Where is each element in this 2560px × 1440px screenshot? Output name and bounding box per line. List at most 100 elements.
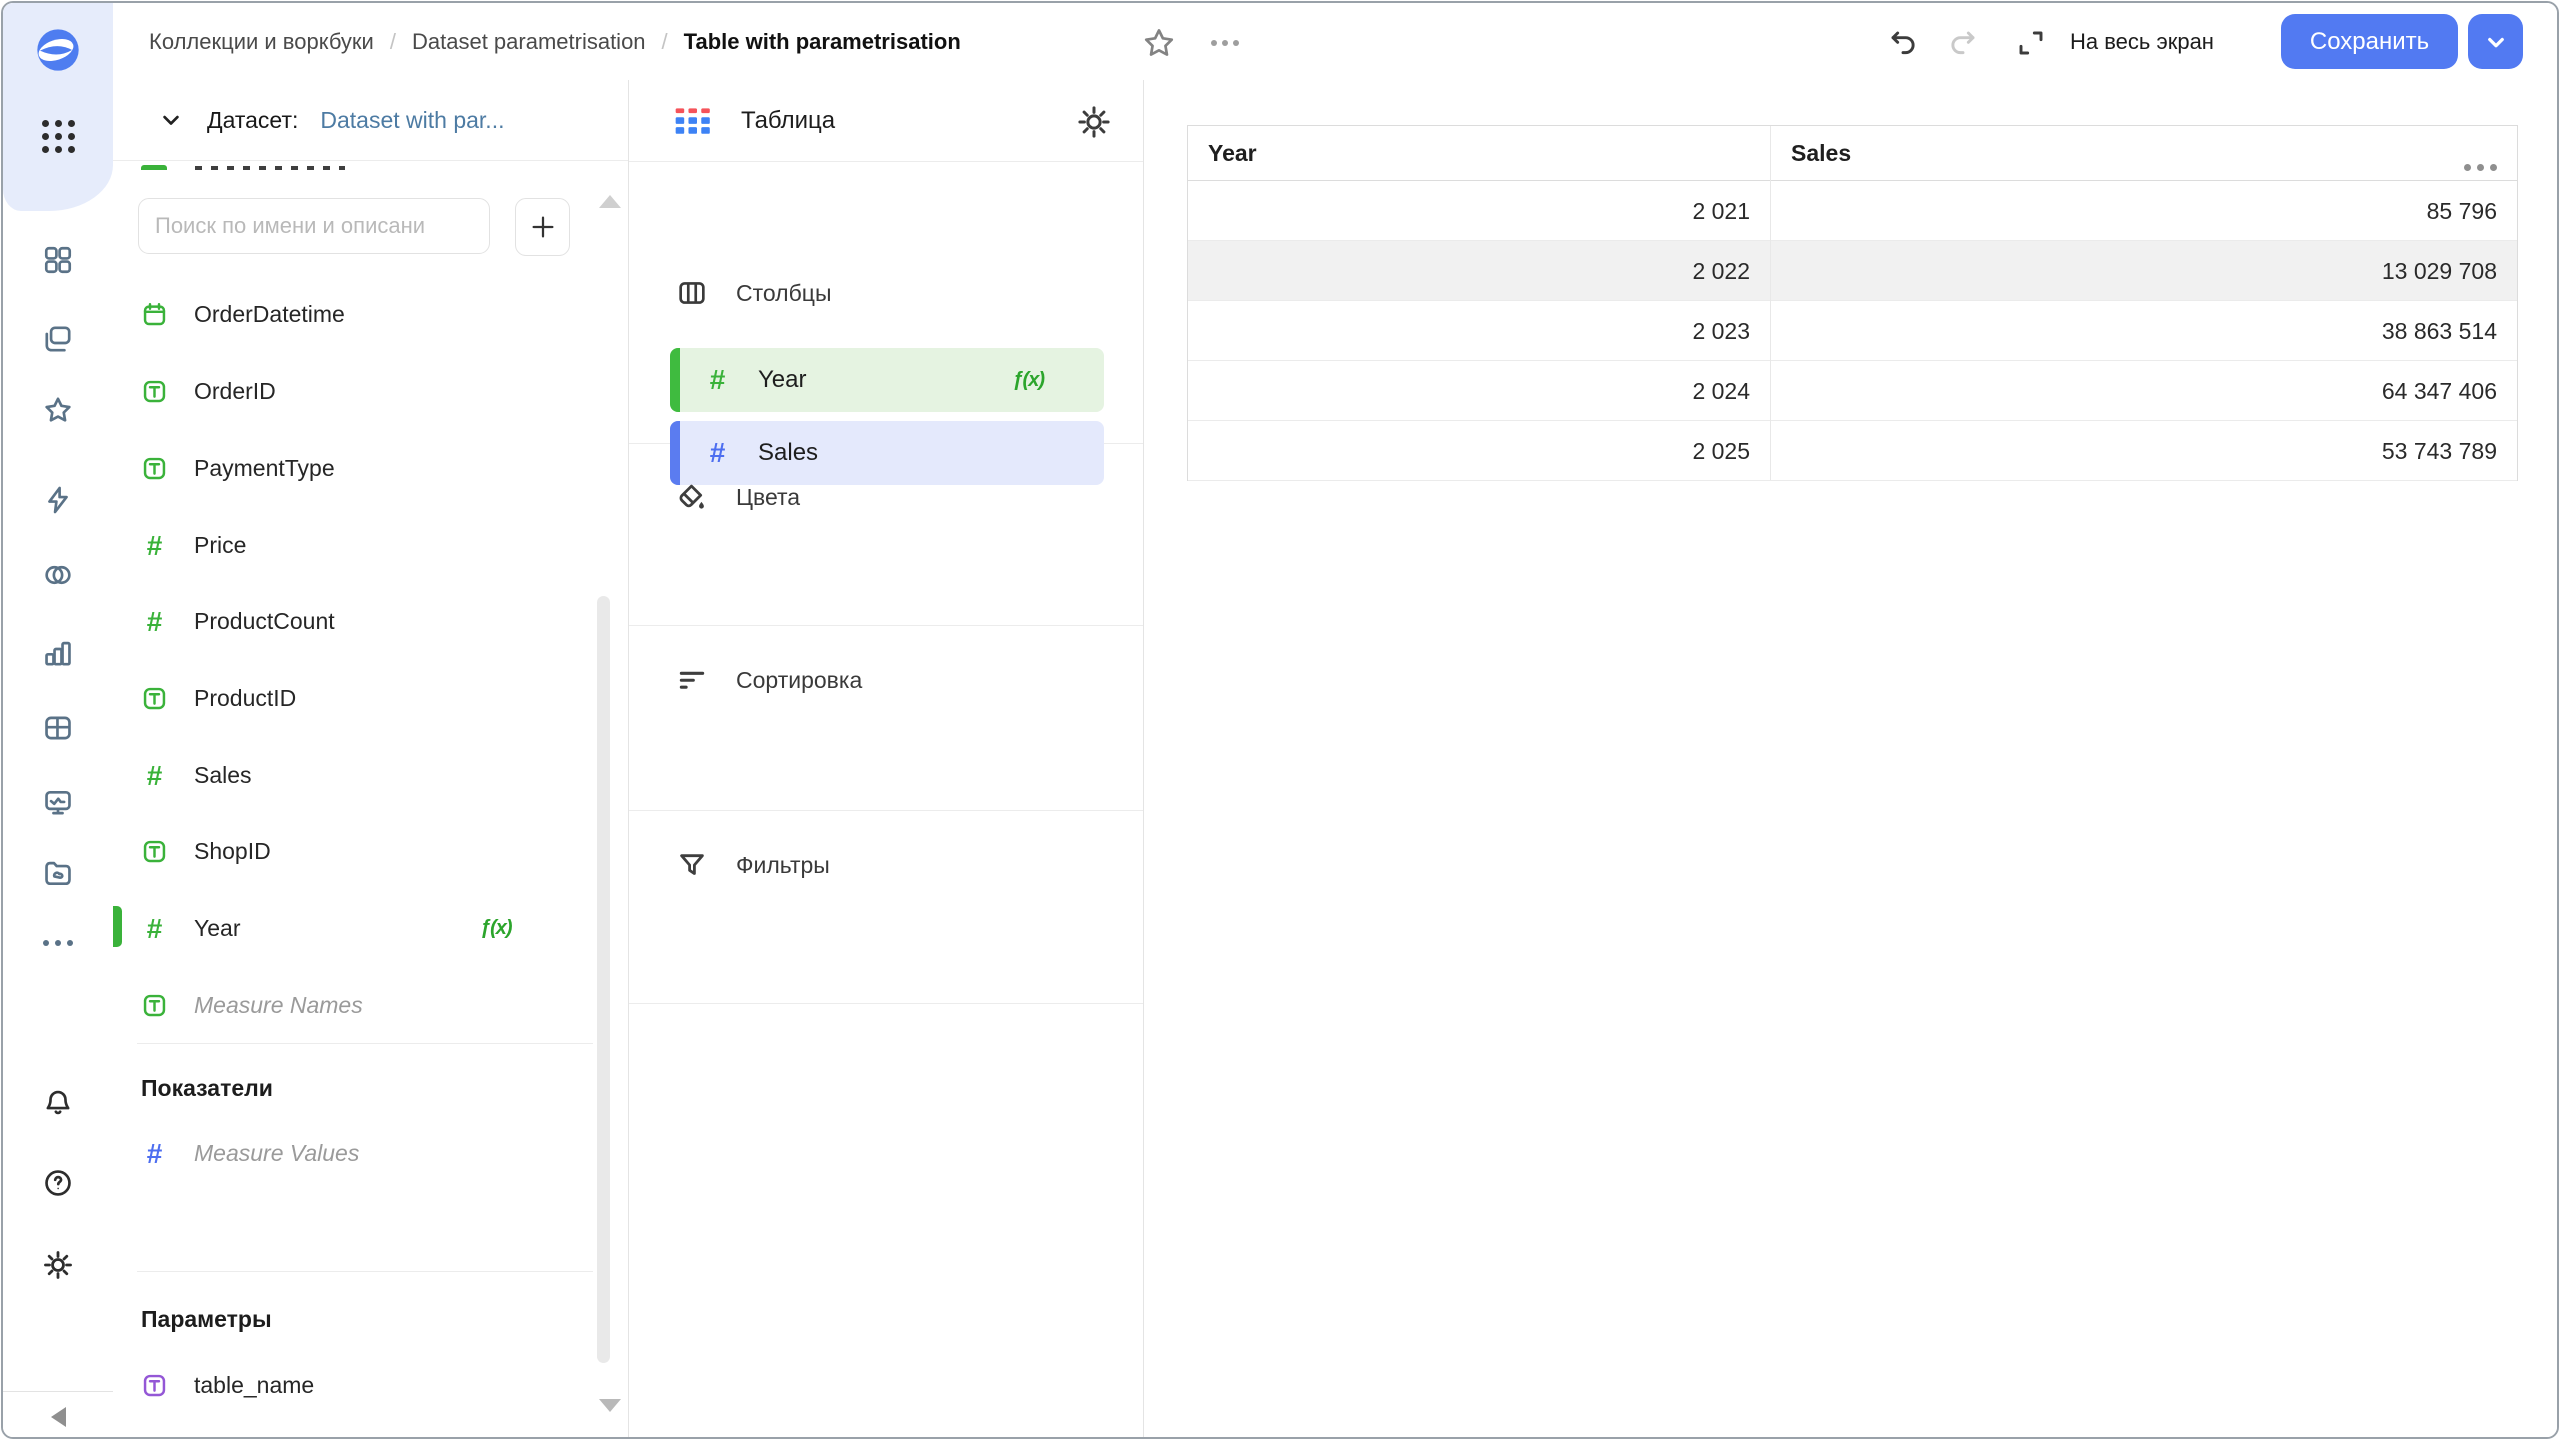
squares-grid-icon (42, 244, 74, 276)
window-frame: Коллекции и воркбуки / Dataset parametri… (1, 1, 2559, 1439)
monitoring-icon (42, 787, 74, 819)
collections-icon (42, 323, 74, 355)
field-row-year[interactable]: # Year ƒ(x) (113, 890, 583, 967)
folder-cloud-icon (42, 857, 74, 889)
nav-editor-button[interactable] (36, 781, 80, 825)
calendar-icon (141, 301, 168, 328)
scroll-down-arrow[interactable] (599, 1412, 621, 1430)
chevron-down-icon (2481, 27, 2511, 57)
colors-section-label: Цвета (736, 484, 800, 511)
field-row-productcount[interactable]: # ProductCount (113, 583, 583, 660)
field-row-paymenttype[interactable]: PaymentType (113, 430, 583, 507)
fullscreen-label[interactable]: На весь экран (2070, 3, 2214, 80)
field-row-measure-names[interactable]: Measure Names (113, 967, 583, 1044)
filters-section[interactable]: Фильтры (629, 810, 1143, 1004)
column-header-year[interactable]: Year (1208, 126, 1257, 181)
nav-overview-button[interactable] (36, 238, 80, 282)
redo-icon (1947, 27, 1979, 59)
notifications-button[interactable] (36, 1081, 80, 1125)
field-row-orderid[interactable]: OrderID (113, 353, 583, 430)
measures-section-title: Показатели (141, 1075, 273, 1102)
number-type-icon: # (141, 1140, 168, 1167)
scroll-up-arrow[interactable] (599, 178, 621, 196)
bell-icon (42, 1087, 74, 1119)
nav-dashboards-button[interactable] (36, 706, 80, 750)
number-type-icon: # (141, 608, 168, 635)
visualization-settings-button[interactable] (1076, 104, 1112, 140)
fullscreen-expand-icon (2015, 27, 2047, 59)
undo-icon (1887, 27, 1919, 59)
sorting-section[interactable]: Сортировка (629, 625, 1143, 811)
breadcrumb-collections[interactable]: Коллекции и воркбуки (149, 29, 374, 55)
dataset-selector[interactable]: Датасет: Dataset with par... (113, 80, 628, 161)
redo-button[interactable] (1945, 25, 1981, 61)
table-menu-button[interactable] (2464, 164, 2497, 171)
nav-favorites-button[interactable] (36, 388, 80, 432)
field-row-orderdatetime[interactable]: OrderDatetime (113, 276, 583, 353)
nav-charts-button[interactable] (36, 631, 80, 675)
save-button[interactable]: Сохранить (2281, 14, 2458, 69)
breadcrumb: Коллекции и воркбуки / Dataset parametri… (149, 3, 961, 80)
rail-divider (3, 1391, 113, 1392)
breadcrumb-workbook[interactable]: Dataset parametrisation (412, 29, 646, 55)
visualization-selector[interactable]: Таблица (629, 80, 1143, 162)
table-row: 2 023 38 863 514 (1188, 301, 2517, 361)
text-type-icon (141, 838, 168, 865)
venn-circles-icon (42, 559, 74, 591)
nav-datasets-button[interactable] (36, 553, 80, 597)
nav-collections-button[interactable] (36, 317, 80, 361)
lightning-icon (42, 484, 74, 516)
collapse-rail-button[interactable] (36, 1395, 80, 1439)
text-type-icon (141, 378, 168, 405)
chart-preview-canvas: Year Sales 2 021 85 796 2 022 13 029 708… (1144, 80, 2557, 1437)
field-row-shopid[interactable]: ShopID (113, 813, 583, 890)
favorite-star-button[interactable] (1141, 25, 1177, 61)
paint-bucket-icon (676, 481, 708, 513)
datalens-logo[interactable] (36, 28, 80, 72)
rail-more-button[interactable] (36, 921, 80, 965)
field-row-measure-values[interactable]: # Measure Values (113, 1115, 583, 1192)
field-search-input[interactable] (138, 198, 490, 254)
field-row-price[interactable]: # Price (113, 507, 583, 584)
settings-button[interactable] (36, 1243, 80, 1287)
column-header-sales[interactable]: Sales (1791, 126, 1851, 181)
parameters-section-title: Параметры (141, 1306, 272, 1333)
entry-more-button[interactable] (1207, 25, 1243, 61)
table-row: 2 024 64 347 406 (1188, 361, 2517, 421)
text-type-icon (141, 1372, 168, 1399)
text-type-icon (141, 455, 168, 482)
help-button[interactable] (36, 1161, 80, 1205)
columns-section-label: Столбцы (736, 280, 831, 307)
dataset-name-link[interactable]: Dataset with par... (320, 107, 504, 134)
nav-connections-button[interactable] (36, 478, 80, 522)
all-services-button[interactable] (36, 114, 80, 158)
nav-storage-button[interactable] (36, 851, 80, 895)
star-icon (1141, 25, 1177, 61)
dataset-panel: Датасет: Dataset with par... OrderDateti… (113, 80, 629, 1437)
plus-icon (528, 212, 558, 242)
dataset-label: Датасет: (207, 107, 298, 134)
gear-icon (42, 1249, 74, 1281)
save-options-button[interactable] (2468, 14, 2523, 69)
parameter-row-table-name[interactable]: table_name (113, 1347, 583, 1424)
undo-button[interactable] (1885, 25, 1921, 61)
add-field-button[interactable] (515, 198, 570, 256)
text-type-icon (141, 992, 168, 1019)
field-search-row (113, 198, 628, 258)
table-column-divider (1770, 126, 1771, 480)
field-row-productid[interactable]: ProductID (113, 660, 583, 737)
field-row-sales[interactable]: # Sales (113, 737, 583, 814)
question-circle-icon (42, 1167, 74, 1199)
column-chip-year[interactable]: # Year ƒ(x) (670, 348, 1104, 412)
apps-grid-icon (42, 120, 75, 153)
funnel-icon (676, 849, 708, 881)
chevron-down-icon (157, 106, 185, 134)
fullscreen-button[interactable] (2013, 25, 2049, 61)
table-header-row: Year Sales (1188, 126, 2517, 181)
colors-section[interactable]: Цвета (629, 443, 1143, 626)
table-row: 2 025 53 743 789 (1188, 421, 2517, 481)
visualization-panel: Таблица Столбцы # Year ƒ(x) (629, 80, 1144, 1437)
visualization-type-label: Таблица (741, 107, 835, 135)
fields-scrollbar[interactable] (597, 596, 610, 1363)
active-field-indicator (113, 906, 122, 947)
